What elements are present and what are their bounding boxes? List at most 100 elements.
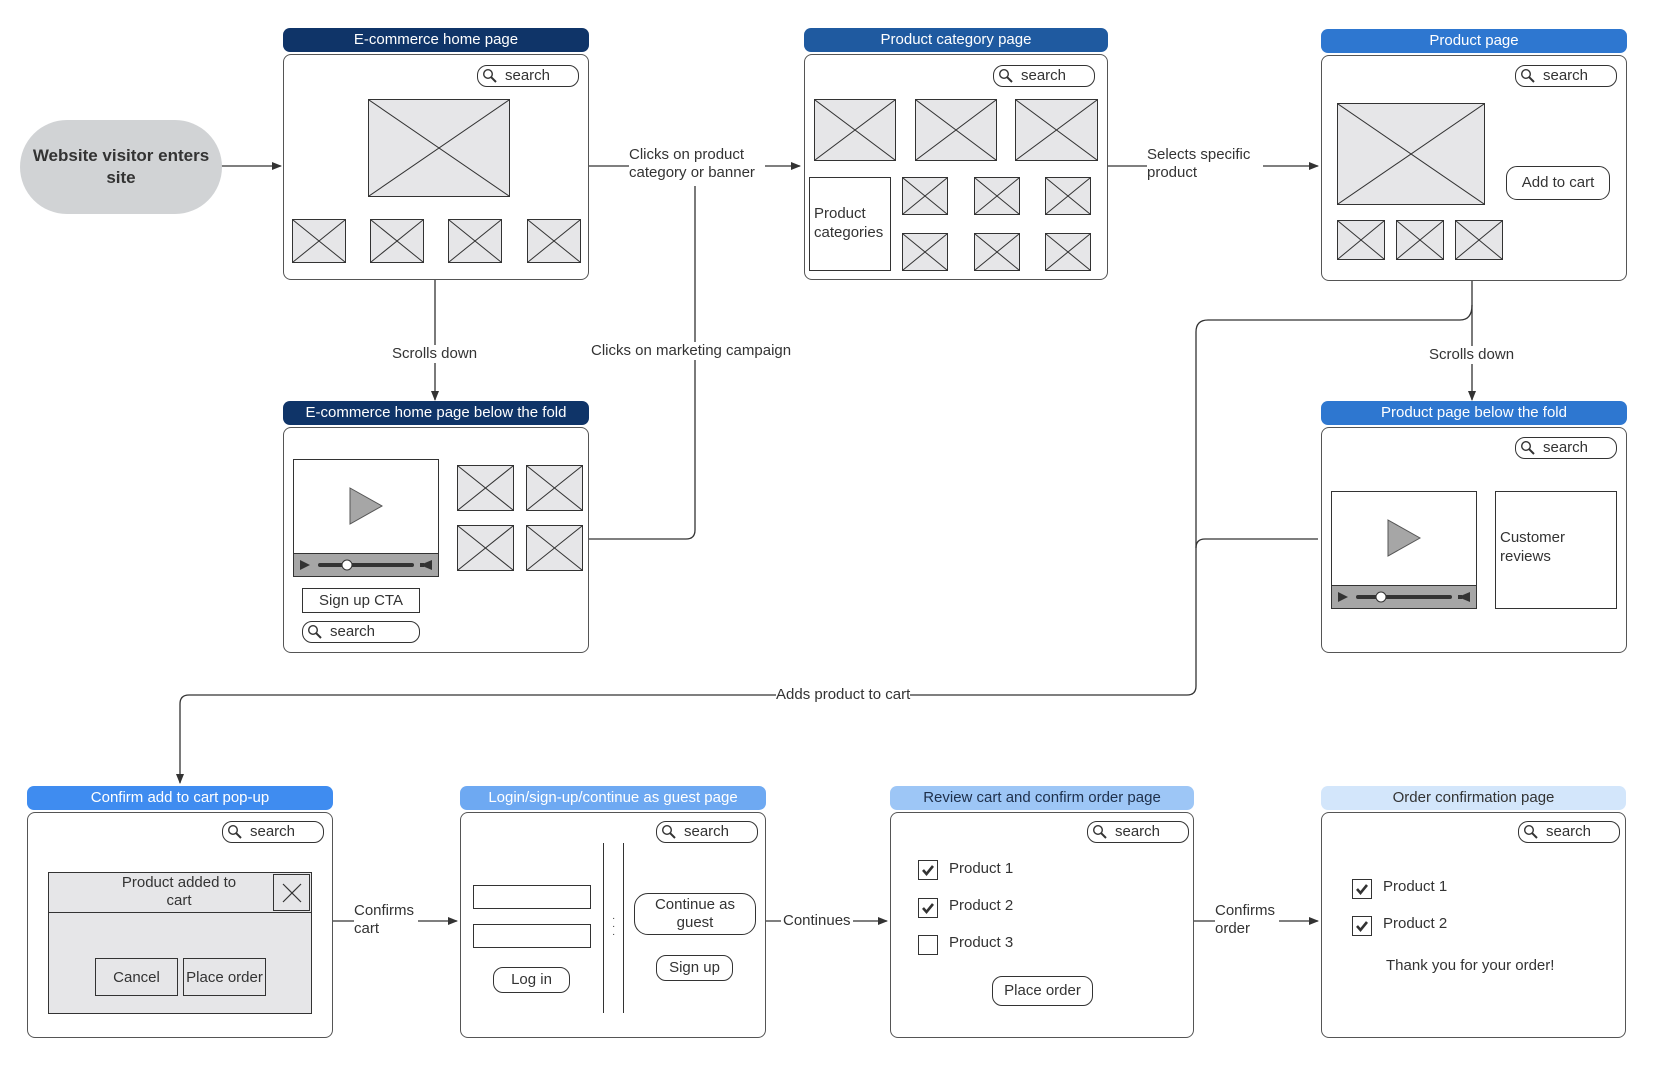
product-1-checkbox[interactable] <box>918 860 938 880</box>
connector-label-scrolls-down-home: Scrolls down <box>392 345 478 363</box>
product-fold-frame: search Customer reviews <box>1321 427 1627 653</box>
image-placeholder <box>902 233 948 271</box>
connector-label-continues: Continues <box>781 912 853 930</box>
place-order-button[interactable]: Place order <box>183 958 266 996</box>
image-placeholder <box>974 177 1020 215</box>
play-control-icon <box>300 560 310 570</box>
video-player[interactable] <box>1331 491 1477 609</box>
confirmation-page-frame: search Product 1 Product 2 Thank you for… <box>1321 812 1626 1038</box>
image-placeholder <box>1015 99 1098 161</box>
video-controls <box>294 553 438 576</box>
category-page-header: Product category page <box>804 28 1108 52</box>
confirmation-page-header: Order confirmation page <box>1321 786 1626 810</box>
search-input[interactable]: search <box>222 821 324 843</box>
image-placeholder <box>448 219 502 263</box>
image-placeholder <box>526 525 583 571</box>
search-icon <box>1523 824 1538 839</box>
play-icon[interactable] <box>1387 519 1421 557</box>
password-field[interactable] <box>473 924 591 948</box>
category-page-title: Product category page <box>880 31 1032 48</box>
checkmark-icon <box>1356 884 1369 896</box>
home-fold-header: E-commerce home page below the fold <box>283 401 589 425</box>
review-page-title: Review cart and confirm order page <box>923 789 1161 806</box>
start-node: Website visitor enters site <box>20 120 222 214</box>
popup-header: Confirm add to cart pop-up <box>27 786 333 810</box>
confirmation-page-title: Order confirmation page <box>1392 789 1555 806</box>
product-1-checkbox[interactable] <box>1352 879 1372 899</box>
popup-title: Confirm add to cart pop-up <box>90 789 270 806</box>
customer-reviews-panel[interactable]: Customer reviews <box>1495 491 1617 609</box>
progress-thumb <box>341 559 353 571</box>
connector-label-clicks-category: Clicks on product category or banner <box>629 146 765 182</box>
product-3-label: Product 3 <box>949 934 1014 951</box>
image-placeholder <box>814 99 896 161</box>
thumbnail-placeholder <box>1396 220 1444 260</box>
divider-left <box>603 843 605 1013</box>
customer-reviews-label: Customer reviews <box>1500 529 1566 565</box>
image-placeholder <box>915 99 997 161</box>
search-input[interactable]: search <box>993 65 1095 87</box>
review-page-header: Review cart and confirm order page <box>890 786 1194 810</box>
sign-up-cta-button[interactable]: Sign up CTA <box>302 588 420 613</box>
sign-up-button[interactable]: Sign up <box>656 955 733 981</box>
play-icon[interactable] <box>349 487 383 525</box>
product-3-checkbox[interactable] <box>918 935 938 955</box>
log-in-button[interactable]: Log in <box>493 967 570 993</box>
play-control-icon <box>1338 592 1348 602</box>
product-page-frame: search Add to cart <box>1321 55 1627 281</box>
connector-product-fold-branch <box>1195 538 1318 549</box>
review-page-frame: search Product 1 Product 2 Product 3 Pla… <box>890 812 1194 1038</box>
category-page-frame: search Product categories <box>804 54 1108 280</box>
divider-dots: · · · <box>612 913 616 940</box>
search-icon <box>482 68 497 83</box>
video-player[interactable] <box>293 459 439 577</box>
search-input[interactable]: search <box>1515 65 1617 87</box>
place-order-button[interactable]: Place order <box>992 976 1093 1006</box>
product-1-label: Product 1 <box>1383 878 1448 895</box>
product-2-checkbox[interactable] <box>1352 916 1372 936</box>
product-1-label: Product 1 <box>949 860 1014 877</box>
connector-marketing <box>589 186 696 540</box>
checkmark-icon <box>922 903 935 915</box>
cancel-button[interactable]: Cancel <box>95 958 178 996</box>
product-page-header: Product page <box>1321 29 1627 53</box>
search-input[interactable]: search <box>1518 821 1620 843</box>
search-input[interactable]: search <box>1087 821 1189 843</box>
product-fold-title: Product page below the fold <box>1381 404 1567 421</box>
search-input[interactable]: search <box>1515 437 1617 459</box>
username-field[interactable] <box>473 885 591 909</box>
checkmark-icon <box>1356 921 1369 933</box>
connector-label-confirms-order: Confirms order <box>1215 902 1279 938</box>
image-placeholder <box>526 465 583 511</box>
connector-label-marketing: Clicks on marketing campaign <box>591 342 792 360</box>
thumbnail-placeholder <box>1337 220 1385 260</box>
cart-dialog-message: Product added to cart <box>121 874 237 909</box>
video-controls <box>1332 585 1476 608</box>
connector-label-adds-to-cart: Adds product to cart <box>776 686 911 704</box>
progress-track <box>1356 595 1452 599</box>
home-page-frame: search <box>283 54 589 280</box>
product-2-checkbox[interactable] <box>918 898 938 918</box>
login-page-title: Login/sign-up/continue as guest page <box>488 789 738 806</box>
search-icon <box>307 624 322 639</box>
close-button[interactable] <box>273 874 310 911</box>
checkmark-icon <box>922 865 935 877</box>
connector-label-confirms-cart: Confirms cart <box>354 902 418 938</box>
home-fold-frame: Sign up CTA search <box>283 427 589 653</box>
home-fold-title: E-commerce home page below the fold <box>305 404 567 421</box>
search-input[interactable]: search <box>477 65 579 87</box>
home-page-title: E-commerce home page <box>353 31 519 48</box>
image-placeholder <box>1045 233 1091 271</box>
product-categories-panel[interactable]: Product categories <box>809 177 891 271</box>
product-categories-label: Product categories <box>814 205 884 241</box>
search-icon <box>1520 68 1535 83</box>
continue-as-guest-button[interactable]: Continue as guest <box>634 893 756 935</box>
product-page-title: Product page <box>1429 32 1519 49</box>
search-icon <box>998 68 1013 83</box>
product-image-placeholder <box>1337 103 1485 205</box>
search-input[interactable]: search <box>302 621 420 643</box>
add-to-cart-button[interactable]: Add to cart <box>1506 166 1610 200</box>
start-node-label: Website visitor enters site <box>32 146 210 187</box>
search-input[interactable]: search <box>656 821 758 843</box>
cart-dialog: Product added to cart Cancel Place order <box>48 872 312 1014</box>
